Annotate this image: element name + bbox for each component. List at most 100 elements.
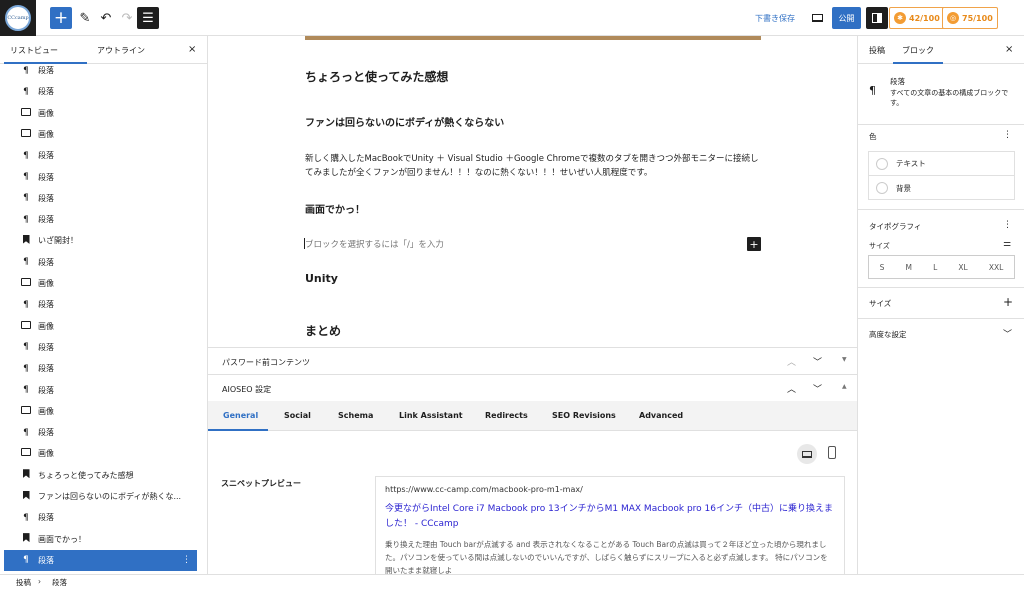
- chevron-down-icon[interactable]: ﹀: [1003, 327, 1012, 340]
- list-view-item-label: 画像: [38, 406, 54, 416]
- more-options-icon[interactable]: ⋮: [182, 555, 191, 565]
- snippet-url: https://www.cc-camp.com/macbook-pro-m1-m…: [385, 485, 583, 494]
- size-option-xxl[interactable]: XXL: [989, 263, 1003, 272]
- list-view-item-paragraph[interactable]: ¶ 段落: [4, 337, 197, 358]
- truseo-score-button[interactable]: ✱ 42/100: [889, 7, 945, 29]
- tab-social[interactable]: Social: [284, 411, 311, 420]
- list-view-item-image[interactable]: 画像: [4, 124, 197, 145]
- list-view-item-paragraph[interactable]: ¶ 段落 ⋮: [4, 549, 197, 571]
- list-view-item-paragraph[interactable]: ¶ 段落: [4, 358, 197, 379]
- close-icon[interactable]: ×: [188, 44, 196, 55]
- color-options: テキスト 背景: [868, 151, 1015, 200]
- tab-general[interactable]: General: [223, 411, 258, 420]
- list-view-item-image[interactable]: 画像: [4, 401, 197, 422]
- size-option-s[interactable]: S: [880, 263, 885, 272]
- tab-outline[interactable]: アウトライン: [97, 45, 145, 56]
- heading-unity[interactable]: Unity: [305, 272, 338, 285]
- paragraph-block[interactable]: 新しく購入したMacBookでUnity ＋ Visual Studio ＋Go…: [305, 152, 761, 180]
- divider: [858, 124, 1024, 125]
- list-view-item-image[interactable]: 画像: [4, 273, 197, 294]
- typography-section-title: タイポグラフィ: [869, 222, 922, 231]
- list-view-button[interactable]: ☰: [137, 7, 159, 29]
- block-inserter-button[interactable]: +: [747, 237, 761, 251]
- list-view-item-paragraph[interactable]: ¶ 段落: [4, 209, 197, 230]
- list-view-item-paragraph[interactable]: ¶ 段落: [4, 167, 197, 188]
- aioseo-icon: ✱: [894, 12, 906, 24]
- redo-button[interactable]: ↷: [116, 7, 138, 29]
- move-down-icon[interactable]: ﹀: [813, 382, 822, 395]
- list-view-item-heading[interactable]: ファンは回らないのにボディが熱くな...: [4, 486, 197, 507]
- heading-summary[interactable]: まとめ: [305, 322, 341, 339]
- paragraph-icon: ¶: [23, 385, 29, 395]
- list-view-item-image[interactable]: 画像: [4, 316, 197, 337]
- tools-button[interactable]: ✎: [74, 7, 96, 29]
- list-view-item-paragraph[interactable]: ¶ 段落: [4, 145, 197, 166]
- move-up-icon[interactable]: ︿: [787, 355, 796, 368]
- aioseo-metabox-header[interactable]: AIOSEO 設定 ︿ ﹀ ▲: [208, 374, 857, 401]
- list-view-item-paragraph[interactable]: ¶ 段落: [4, 294, 197, 315]
- list-view-item-heading[interactable]: いざ開封！: [4, 230, 197, 251]
- tab-seo-revisions[interactable]: SEO Revisions: [552, 411, 616, 420]
- list-view-item-paragraph[interactable]: ¶ 段落: [4, 60, 197, 81]
- plus-icon[interactable]: +: [1003, 295, 1013, 309]
- preview-button[interactable]: [806, 7, 828, 29]
- settings-icon: [872, 13, 882, 23]
- password-metabox-header[interactable]: パスワード前コンテンツ ︿ ﹀ ▼: [208, 347, 857, 374]
- list-view-item-image[interactable]: 画像: [4, 443, 197, 464]
- close-icon[interactable]: ×: [1005, 44, 1013, 55]
- background-color-option[interactable]: 背景: [869, 176, 1014, 200]
- list-view-item-paragraph[interactable]: ¶ 段落: [4, 422, 197, 443]
- mobile-preview-button[interactable]: [828, 446, 836, 459]
- list-view-item-label: 画像: [38, 279, 54, 288]
- headline-score-button[interactable]: ◎ 75/100: [942, 7, 998, 29]
- tab-schema[interactable]: Schema: [338, 411, 373, 420]
- size-option-l[interactable]: L: [933, 263, 937, 272]
- save-draft-button[interactable]: 下書き保存: [755, 13, 795, 24]
- image-icon: [18, 448, 34, 459]
- move-down-icon[interactable]: ﹀: [813, 355, 822, 368]
- advanced-section-title[interactable]: 高度な設定: [869, 329, 907, 340]
- desktop-preview-button[interactable]: [797, 444, 817, 464]
- list-view-item-paragraph[interactable]: ¶ 段落: [4, 252, 197, 273]
- paragraph-icon: ¶: [23, 214, 29, 225]
- undo-button[interactable]: ↶: [95, 7, 117, 29]
- list-view-item-heading[interactable]: ちょろっと使ってみた感想: [4, 465, 197, 486]
- image-icon: [18, 320, 34, 332]
- site-icon-button[interactable]: CCcamp: [0, 0, 36, 36]
- dimensions-section-title[interactable]: サイズ: [869, 298, 891, 309]
- tab-advanced[interactable]: Advanced: [639, 411, 683, 420]
- settings-button[interactable]: [866, 7, 888, 29]
- heading-fan[interactable]: ファンは回らないのにボディが熱くならない: [305, 114, 504, 129]
- breadcrumb-post[interactable]: 投稿: [16, 577, 31, 588]
- list-view-item-paragraph[interactable]: ¶ 段落: [4, 188, 197, 209]
- heading-screen[interactable]: 画面でかっ！: [305, 201, 365, 216]
- toggle-panel-icon[interactable]: ▼: [842, 356, 847, 363]
- tab-post[interactable]: 投稿: [869, 45, 885, 56]
- list-view-icon: ☰: [142, 10, 154, 26]
- size-option-xl[interactable]: XL: [958, 263, 967, 272]
- list-view-item-paragraph[interactable]: ¶ 段落: [4, 380, 197, 401]
- tab-link-assistant[interactable]: Link Assistant: [399, 411, 463, 420]
- list-view-item-paragraph[interactable]: ¶ 段落: [4, 507, 197, 528]
- move-up-icon[interactable]: ︿: [787, 382, 796, 395]
- size-option-m[interactable]: M: [905, 263, 911, 272]
- more-options-icon[interactable]: ⋮: [1003, 220, 1012, 230]
- list-view-item-image[interactable]: 画像: [4, 103, 197, 124]
- heading-impressions[interactable]: ちょろっと使ってみた感想: [305, 68, 448, 85]
- list-view-item-paragraph[interactable]: ¶ 段落: [4, 81, 197, 102]
- list-view-item-label: 段落: [38, 300, 54, 310]
- paragraph-icon: ¶: [23, 342, 29, 353]
- tab-redirects[interactable]: Redirects: [485, 411, 528, 420]
- sliders-icon[interactable]: ⚌: [1003, 239, 1011, 249]
- breadcrumb-block[interactable]: 段落: [52, 577, 67, 588]
- toggle-panel-icon[interactable]: ▲: [842, 383, 847, 390]
- publish-button[interactable]: 公開: [832, 7, 861, 29]
- list-view-item-label: 段落: [38, 87, 54, 97]
- more-options-icon[interactable]: ⋮: [1003, 130, 1012, 140]
- add-block-button[interactable]: +: [50, 7, 72, 29]
- empty-paragraph-placeholder[interactable]: ブロックを選択するには「/」を入力: [305, 238, 444, 250]
- tab-block[interactable]: ブロック: [902, 45, 934, 56]
- text-color-option[interactable]: テキスト: [869, 152, 1014, 176]
- list-view-item-heading[interactable]: 画面でかっ！: [4, 529, 197, 550]
- tab-list-view[interactable]: リストビュー: [10, 45, 58, 56]
